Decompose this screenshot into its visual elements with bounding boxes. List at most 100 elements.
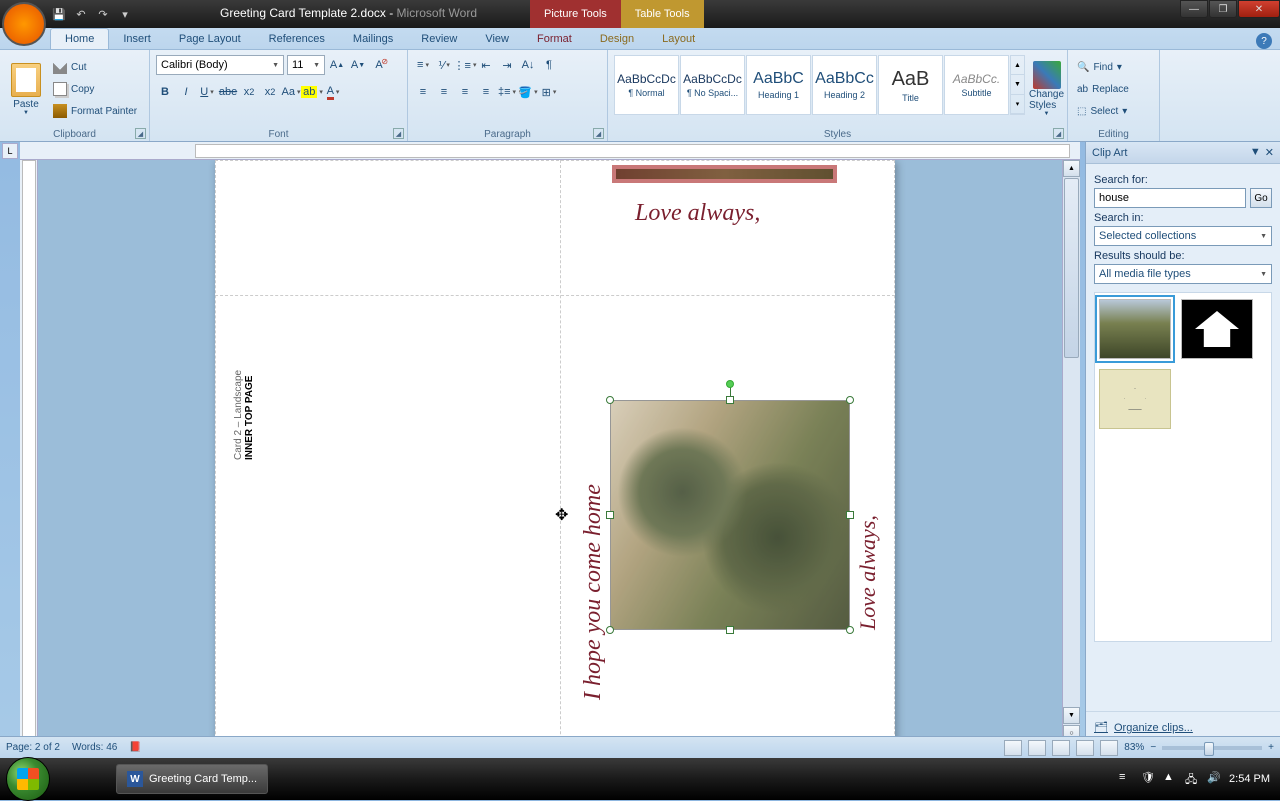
vertical-scrollbar[interactable]: ▲ ▼ ○ ⇈ ⇊ [1062,160,1080,778]
style-no-spacing[interactable]: AaBbCcDc¶ No Spaci... [680,55,745,115]
align-center-button[interactable]: ≡ [435,82,453,102]
numbering-button[interactable]: ⅟ [435,55,453,75]
tab-home[interactable]: Home [50,28,109,49]
paragraph-launcher[interactable]: ◢ [593,128,604,139]
sort-button[interactable]: A↓ [519,55,537,75]
tab-review[interactable]: Review [407,29,471,49]
borders-button[interactable]: ⊞ [540,82,558,102]
volume-icon[interactable]: 🔊 [1207,771,1223,787]
maximize-button[interactable]: ❐ [1209,0,1237,18]
underline-button[interactable]: U [198,82,216,102]
search-input[interactable] [1094,188,1246,208]
style-heading1[interactable]: AaBbCHeading 1 [746,55,811,115]
results-combo[interactable]: All media file types▼ [1094,264,1272,284]
taskbar-word[interactable]: W Greeting Card Temp... [116,764,268,794]
close-button[interactable]: ✕ [1238,0,1280,18]
align-right-button[interactable]: ≡ [456,82,474,102]
style-subtitle[interactable]: AaBbCc.Subtitle [944,55,1009,115]
minimize-button[interactable]: — [1180,0,1208,18]
zoom-level[interactable]: 83% [1124,742,1144,753]
tray-icon-1[interactable]: ≡ [1119,771,1135,787]
style-scroll[interactable]: ▲▼▾ [1010,55,1025,115]
resize-handle-tr[interactable] [846,396,854,404]
change-styles-button[interactable]: Change Styles▼ [1029,53,1064,125]
tab-insert[interactable]: Insert [109,29,165,49]
vertical-ruler[interactable] [20,160,38,778]
qat-more-icon[interactable]: ▾ [116,5,134,23]
word-count[interactable]: Words: 46 [72,742,117,753]
scroll-down-button[interactable]: ▼ [1063,707,1080,724]
clip-result-2[interactable] [1181,299,1253,359]
shrink-font-button[interactable]: A▼ [349,55,367,75]
redo-icon[interactable]: ↷ [94,5,112,23]
style-normal[interactable]: AaBbCcDc¶ Normal [614,55,679,115]
tab-references[interactable]: References [255,29,339,49]
multilevel-button[interactable]: ⋮≡ [456,55,474,75]
replace-button[interactable]: abReplace [1074,79,1153,99]
save-icon[interactable]: 💾 [50,5,68,23]
font-launcher[interactable]: ◢ [393,128,404,139]
tab-design[interactable]: Design [586,29,648,49]
pane-close-icon[interactable]: ✕ [1265,146,1274,159]
find-button[interactable]: 🔍Find ▾ [1074,57,1153,77]
tab-page-layout[interactable]: Page Layout [165,29,255,49]
resize-handle-t[interactable] [726,396,734,404]
format-painter-button[interactable]: Format Painter [50,101,140,121]
styles-launcher[interactable]: ◢ [1053,128,1064,139]
resize-handle-bl[interactable] [606,626,614,634]
copy-button[interactable]: Copy [50,79,140,99]
love-always-text[interactable]: Love always, [635,200,760,227]
pane-menu-icon[interactable]: ▼ [1250,146,1261,159]
style-title[interactable]: AaBTitle [878,55,943,115]
scroll-thumb[interactable] [1064,178,1079,358]
start-button[interactable] [6,757,50,801]
print-layout-view[interactable] [1004,740,1022,756]
tab-mailings[interactable]: Mailings [339,29,407,49]
subscript-button[interactable]: x2 [240,82,258,102]
show-desktop-icon[interactable] [56,764,80,794]
tab-layout[interactable]: Layout [648,29,709,49]
grow-font-button[interactable]: A▲ [328,55,346,75]
resize-handle-br[interactable] [846,626,854,634]
bullets-button[interactable]: ≡ [414,55,432,75]
undo-icon[interactable]: ↶ [72,5,90,23]
clip-result-1[interactable] [1099,299,1171,359]
help-icon[interactable]: ? [1256,33,1272,49]
select-button[interactable]: ⬚Select ▾ [1074,101,1153,121]
scroll-up-button[interactable]: ▲ [1063,160,1080,177]
card-label[interactable]: Card 2 – Landscape INNER TOP PAGE [233,310,255,460]
top-image[interactable] [612,165,837,183]
network-icon[interactable]: 🖧 [1185,771,1201,787]
draft-view[interactable] [1100,740,1118,756]
page[interactable]: Love always, Card 2 – Landscape INNER TO… [215,160,895,778]
bold-button[interactable]: B [156,82,174,102]
highlight-button[interactable]: ab [303,82,321,102]
full-screen-view[interactable] [1028,740,1046,756]
resize-handle-l[interactable] [606,511,614,519]
go-button[interactable]: Go [1250,188,1272,208]
strike-button[interactable]: abe [219,82,237,102]
resize-handle-tl[interactable] [606,396,614,404]
tab-view[interactable]: View [471,29,523,49]
organize-clips-link[interactable]: 🗂Organize clips... [1094,721,1272,735]
page-status[interactable]: Page: 2 of 2 [6,742,60,753]
zoom-out-button[interactable]: − [1150,742,1156,753]
resize-handle-r[interactable] [846,511,854,519]
hope-text[interactable]: I hope you come home [580,484,607,700]
tab-selector[interactable]: L [2,143,18,159]
align-left-button[interactable]: ≡ [414,82,432,102]
love-always-text-2[interactable]: Love always, [855,515,881,630]
tab-format[interactable]: Format [523,29,586,49]
shading-button[interactable]: 🪣 [519,82,537,102]
clip-result-3[interactable] [1099,369,1171,429]
resize-handle-b[interactable] [726,626,734,634]
outline-view[interactable] [1076,740,1094,756]
proofing-icon[interactable]: 📕 [129,742,141,753]
clipboard-launcher[interactable]: ◢ [135,128,146,139]
line-spacing-button[interactable]: ‡≡ [498,82,516,102]
rotate-handle[interactable] [726,380,734,388]
show-marks-button[interactable]: ¶ [540,55,558,75]
clear-format-button[interactable]: A⊘ [370,55,388,75]
decrease-indent-button[interactable]: ⇤ [477,55,495,75]
zoom-in-button[interactable]: + [1268,742,1274,753]
